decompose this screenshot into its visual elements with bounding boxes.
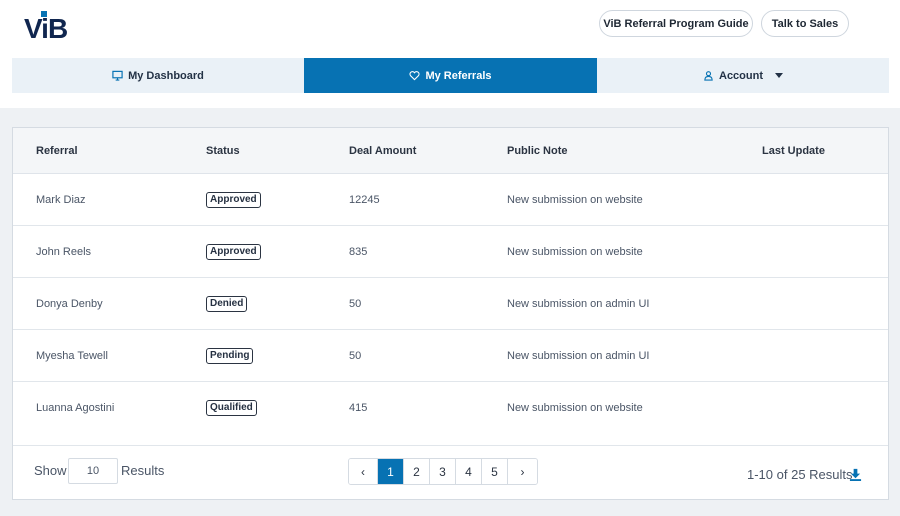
referral-name: Donya Denby [36, 298, 103, 310]
show-label: Show [34, 463, 67, 478]
column-header-last-update[interactable]: Last Update [762, 145, 825, 157]
user-icon [704, 71, 713, 81]
table-row[interactable]: John Reels Approved 835 New submission o… [13, 226, 888, 278]
deal-amount: 835 [349, 246, 368, 258]
top-header: ViB ViB Referral Program Guide Talk to S… [0, 0, 900, 108]
public-note: New submission on website [507, 402, 643, 414]
pagination-page-5[interactable]: 5 [482, 459, 508, 484]
referral-name: Myesha Tewell [36, 350, 108, 362]
results-label: Results [121, 463, 165, 478]
deal-amount: 12245 [349, 194, 380, 206]
results-count: 1-10 of 25 Results [747, 467, 853, 482]
account-menu-label: Account [719, 69, 763, 82]
status-badge: Pending [206, 348, 254, 364]
referral-program-guide-button[interactable]: ViB Referral Program Guide [599, 10, 753, 37]
column-header-public-note[interactable]: Public Note [507, 145, 568, 157]
table-header: Referral Status Deal Amount Public Note … [13, 128, 888, 174]
download-icon[interactable] [849, 468, 862, 481]
table-row[interactable]: Luanna Agostini Qualified 415 New submis… [13, 382, 888, 446]
column-header-referral[interactable]: Referral [36, 145, 78, 157]
logo-text: ViB [24, 13, 67, 42]
page-size-input[interactable] [68, 458, 118, 484]
heart-icon [409, 71, 421, 81]
pagination-page-2[interactable]: 2 [404, 459, 430, 484]
monitor-icon [112, 70, 123, 81]
deal-amount: 50 [349, 350, 362, 362]
pagination-page-4[interactable]: 4 [456, 459, 482, 484]
table-row[interactable]: Mark Diaz Approved 12245 New submission … [13, 174, 888, 226]
public-note: New submission on admin UI [507, 350, 650, 362]
public-note: New submission on website [507, 246, 643, 258]
deal-amount: 415 [349, 402, 368, 414]
referral-name: John Reels [36, 246, 92, 258]
tab-my-dashboard-label: My Dashboard [128, 69, 204, 82]
public-note: New submission on admin UI [507, 298, 650, 310]
tab-my-dashboard[interactable]: My Dashboard [12, 58, 304, 93]
referral-name: Luanna Agostini [36, 402, 115, 414]
pagination-page-1[interactable]: 1 [378, 459, 404, 484]
table-row[interactable]: Donya Denby Denied 50 New submission on … [13, 278, 888, 330]
column-header-deal-amount[interactable]: Deal Amount [349, 145, 416, 157]
status-badge: Approved [206, 244, 261, 260]
pagination: ‹ 1 2 3 4 5 › [348, 458, 538, 485]
pagination-page-3[interactable]: 3 [430, 459, 456, 484]
status-badge: Qualified [206, 400, 257, 416]
vib-logo[interactable]: ViB [24, 10, 76, 42]
talk-to-sales-button[interactable]: Talk to Sales [761, 10, 849, 37]
status-badge: Approved [206, 192, 261, 208]
main-nav: My Dashboard My Referrals Account [12, 58, 889, 93]
tab-my-referrals-label: My Referrals [425, 69, 492, 82]
deal-amount: 50 [349, 298, 362, 310]
referrals-table-card: Referral Status Deal Amount Public Note … [12, 127, 889, 500]
referral-name: Mark Diaz [36, 194, 86, 206]
chevron-down-icon [775, 73, 783, 78]
table-row[interactable]: Myesha Tewell Pending 50 New submission … [13, 330, 888, 382]
pagination-prev-button[interactable]: ‹ [349, 459, 378, 484]
public-note: New submission on website [507, 194, 643, 206]
column-header-status[interactable]: Status [206, 145, 240, 157]
logo-accent-square [41, 11, 47, 17]
pagination-next-button[interactable]: › [508, 459, 537, 484]
tab-my-referrals[interactable]: My Referrals [304, 58, 597, 93]
status-badge: Denied [206, 296, 248, 312]
table-footer: Show Results ‹ 1 2 3 4 5 › 1-10 of 25 Re… [13, 446, 888, 500]
account-menu[interactable]: Account [597, 58, 889, 93]
